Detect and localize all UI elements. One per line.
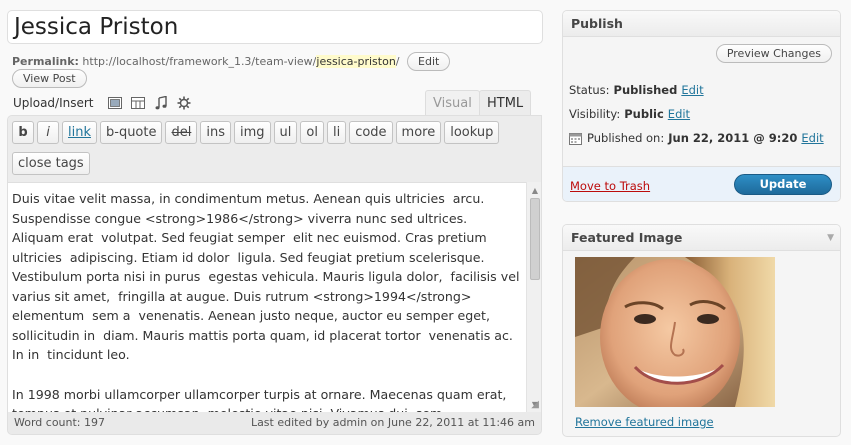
status-value: Published — [613, 83, 678, 97]
qt-link-button[interactable]: link — [62, 121, 97, 144]
editor-status-bar: Word count: 197 Last edited by admin on … — [8, 412, 541, 434]
published-on-label: Published on: — [587, 131, 665, 145]
resize-handle-icon[interactable]: ◢ — [531, 399, 539, 410]
update-button[interactable]: Update — [734, 174, 832, 195]
qt-img-button[interactable]: img — [233, 121, 271, 144]
featured-image-box: Featured Image ▼ Remove featured image — [562, 224, 841, 437]
status-label: Status: — [569, 83, 610, 97]
edit-visibility-link[interactable]: Edit — [668, 107, 690, 121]
published-on-value: Jun 22, 2011 @ 9:20 — [668, 131, 798, 145]
permalink-slug[interactable]: jessica-priston — [316, 55, 396, 68]
video-icon[interactable] — [131, 96, 146, 110]
audio-icon[interactable] — [154, 96, 169, 110]
tab-visual[interactable]: Visual — [425, 90, 480, 116]
permalink-base-url: http://localhost/framework_1.3/team-view… — [82, 55, 317, 68]
published-on-row: Published on: Jun 22, 2011 @ 9:20 Edit — [569, 131, 824, 145]
content-paragraph: In 1998 morbi ullamcorper ullamcorper tu… — [12, 386, 507, 413]
upload-insert-label: Upload/Insert — [13, 96, 94, 110]
calendar-icon — [569, 132, 582, 145]
collapse-toggle-icon[interactable]: ▼ — [827, 225, 834, 251]
edit-status-link[interactable]: Edit — [681, 83, 703, 97]
image-icon[interactable] — [108, 96, 123, 110]
scroll-up-icon[interactable]: ▲ — [527, 183, 541, 197]
last-edited: Last edited by admin on June 22, 2011 at… — [250, 416, 535, 429]
editor-container: b i link b-quote del ins img ul ol li co… — [7, 115, 542, 435]
tab-html[interactable]: HTML — [479, 90, 532, 116]
content-paragraph: Duis vitae velit massa, in condimentum m… — [12, 191, 524, 362]
quicktags-toolbar: b i link b-quote del ins img ul ol li co… — [8, 116, 541, 182]
publish-actions: Move to Trash Update — [563, 166, 840, 201]
permalink-label: Permalink: — [12, 55, 79, 68]
content-textarea[interactable]: Duis vitae velit massa, in condimentum m… — [8, 182, 526, 412]
media-icon[interactable] — [177, 96, 192, 110]
visibility-row: Visibility: Public Edit — [569, 107, 690, 121]
qt-ul-button[interactable]: ul — [273, 121, 298, 144]
qt-blockquote-button[interactable]: b-quote — [100, 121, 163, 144]
qt-italic-button[interactable]: i — [37, 121, 59, 144]
publish-box-title[interactable]: Publish — [563, 11, 840, 37]
featured-image-box-header[interactable]: Featured Image ▼ — [563, 225, 840, 251]
qt-code-button[interactable]: code — [349, 121, 393, 144]
visibility-label: Visibility: — [569, 107, 621, 121]
qt-more-button[interactable]: more — [395, 121, 442, 144]
visibility-value: Public — [624, 107, 664, 121]
scrollbar-thumb[interactable] — [530, 198, 540, 280]
remove-featured-image-link[interactable]: Remove featured image — [575, 415, 714, 429]
qt-ol-button[interactable]: ol — [300, 121, 324, 144]
status-row: Status: Published Edit — [569, 83, 704, 97]
qt-bold-button[interactable]: b — [12, 121, 34, 144]
qt-del-button[interactable]: del — [165, 121, 198, 144]
preview-changes-button[interactable]: Preview Changes — [715, 44, 832, 63]
permalink-trailing: / — [395, 55, 400, 68]
content-scrollbar[interactable]: ▲ ▼ — [526, 182, 541, 412]
move-to-trash-link[interactable]: Move to Trash — [570, 179, 650, 193]
publish-box: Publish Preview Changes Status: Publishe… — [562, 10, 841, 202]
edit-published-date-link[interactable]: Edit — [801, 131, 823, 145]
qt-ins-button[interactable]: ins — [200, 121, 231, 144]
featured-image-thumbnail[interactable] — [575, 257, 775, 407]
featured-image-box-title: Featured Image — [571, 230, 683, 245]
post-title-input[interactable]: Jessica Priston — [7, 10, 543, 44]
media-buttons: Upload/Insert — [13, 94, 192, 112]
edit-permalink-button[interactable]: Edit — [407, 52, 451, 71]
view-post-button[interactable]: View Post — [12, 69, 87, 88]
qt-close-tags-button[interactable]: close tags — [12, 152, 90, 175]
qt-lookup-button[interactable]: lookup — [444, 121, 500, 144]
word-count: Word count: 197 — [14, 416, 106, 429]
qt-li-button[interactable]: li — [326, 121, 347, 144]
